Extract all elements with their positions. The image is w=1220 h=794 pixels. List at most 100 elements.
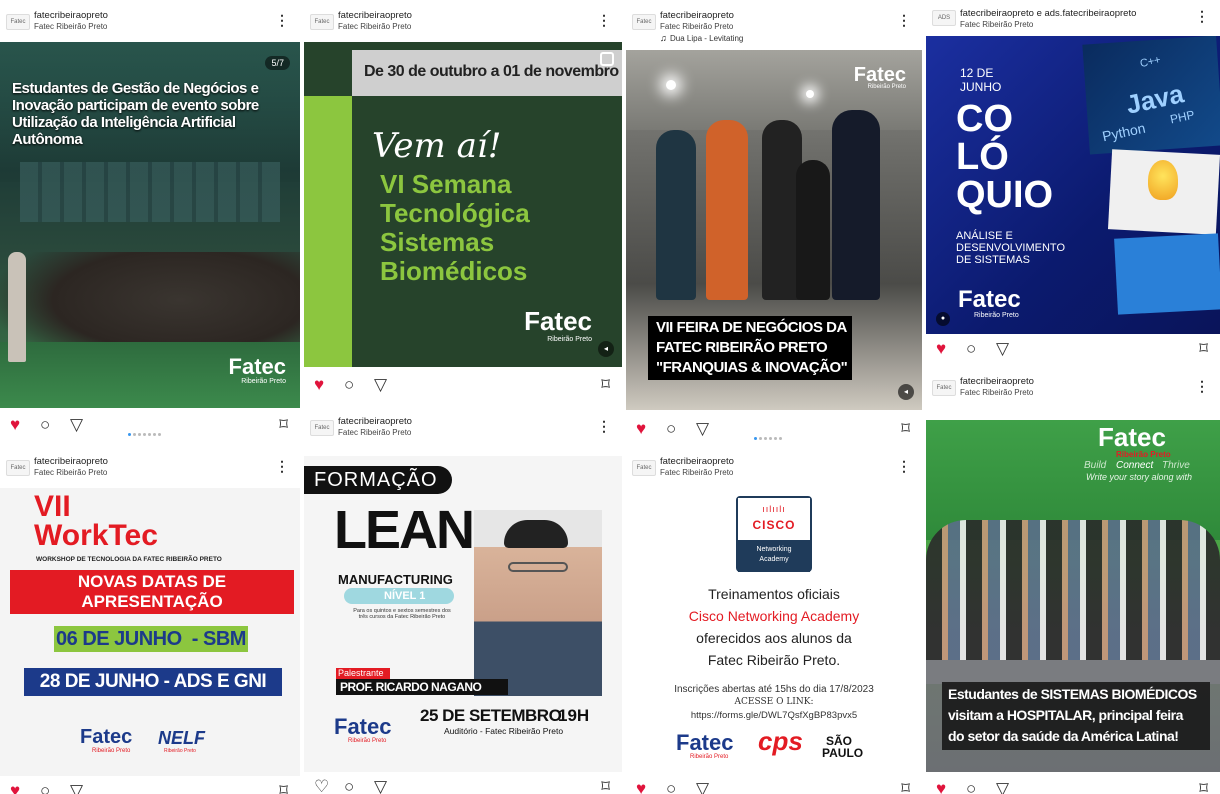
semana-line-1: VI Semana bbox=[380, 169, 512, 199]
subtitle-line-1: ANÁLISE E bbox=[956, 230, 1013, 242]
person bbox=[656, 130, 696, 300]
event-dates-banner: De 30 de outubro a 01 de novembro bbox=[364, 63, 619, 80]
bookmark-icon[interactable]: ⌑ bbox=[1199, 780, 1208, 794]
user-tag-icon[interactable]: ● bbox=[936, 312, 950, 326]
username[interactable]: fatecribeiraopreto bbox=[34, 456, 108, 467]
avatar[interactable]: Fatec bbox=[310, 14, 334, 30]
share-icon[interactable]: ▽ bbox=[374, 778, 387, 794]
post-image[interactable]: 5/7 Estudantes de Gestão de Negócios e I… bbox=[0, 42, 300, 408]
mute-icon[interactable]: ◂ bbox=[598, 341, 614, 357]
workshop-label: WORKSHOP DE TECNOLOGIA DA FATEC RIBEIRÃO… bbox=[36, 556, 222, 563]
heart-icon[interactable]: ♥ bbox=[636, 780, 646, 794]
heart-icon[interactable]: ♥ bbox=[10, 782, 20, 794]
bookmark-icon[interactable]: ⌑ bbox=[279, 416, 288, 434]
cps-logo: cps bbox=[758, 726, 803, 756]
event-time: 19H bbox=[558, 706, 590, 725]
user-subtitle: Fatec Ribeirão Preto bbox=[660, 468, 734, 477]
share-icon[interactable]: ▽ bbox=[996, 780, 1009, 794]
username[interactable]: fatecribeiraopreto bbox=[338, 10, 412, 21]
worktec-vii: VII bbox=[34, 490, 71, 523]
bookmark-icon[interactable]: ⌑ bbox=[1199, 340, 1208, 358]
date-ads-gni: 28 DE JUNHO - ADS E GNI bbox=[39, 671, 267, 692]
post-header: Fatec fatecribeiraopreto Fatec Ribeirão … bbox=[0, 446, 300, 488]
more-icon[interactable]: ⋮ bbox=[597, 419, 611, 433]
comment-icon[interactable]: ○ bbox=[666, 780, 676, 794]
heart-icon[interactable]: ♥ bbox=[636, 420, 646, 438]
username[interactable]: fatecribeiraopreto e ads.fatecribeiraopr… bbox=[960, 8, 1136, 19]
avatar[interactable]: Fatec bbox=[932, 380, 956, 396]
heart-icon[interactable]: ♥ bbox=[10, 416, 20, 434]
mute-icon[interactable]: ◂ bbox=[898, 384, 914, 400]
bookmark-icon[interactable]: ⌑ bbox=[601, 376, 610, 394]
palestrante-label: Palestrante bbox=[338, 668, 384, 678]
fatec-logo-sub: Ribeirão Preto bbox=[867, 84, 906, 90]
post-image[interactable]: VII WorkTec WORKSHOP DE TECNOLOGIA DA FA… bbox=[0, 488, 300, 780]
more-icon[interactable]: ⋮ bbox=[897, 13, 911, 27]
username[interactable]: fatecribeiraopreto bbox=[660, 456, 734, 467]
more-icon[interactable]: ⋮ bbox=[897, 459, 911, 473]
avatar[interactable]: Fatec bbox=[6, 460, 30, 476]
avatar[interactable]: Fatec bbox=[632, 14, 656, 30]
share-icon[interactable]: ▽ bbox=[374, 376, 387, 394]
date-line-2: JUNHO bbox=[960, 80, 1002, 94]
comment-icon[interactable]: ○ bbox=[966, 340, 976, 358]
fatec-logo-sub: Ribeirão Preto bbox=[241, 378, 286, 385]
fatec-logo-sub: Ribeirão Preto bbox=[92, 748, 131, 754]
event-venue: Auditório - Fatec Ribeirão Preto bbox=[444, 726, 564, 736]
user-subtitle: Fatec Ribeirão Preto bbox=[338, 22, 412, 31]
bookmark-icon[interactable]: ⌑ bbox=[279, 782, 288, 794]
post-image[interactable]: De 30 de outubro a 01 de novembro Vem aí… bbox=[304, 42, 622, 367]
comment-icon[interactable]: ○ bbox=[966, 780, 976, 794]
username[interactable]: fatecribeiraopreto bbox=[34, 10, 108, 21]
post-image[interactable]: FORMAÇÃO LEAN MANUFACTURING NÍVEL 1 Para… bbox=[304, 456, 622, 774]
caption-line-1: Estudantes de SISTEMAS BIOMÉDICOS bbox=[948, 686, 1197, 702]
form-link[interactable]: https://forms.gle/DWL7QsfXgBP83pvx5 bbox=[626, 710, 922, 721]
bookmark-icon[interactable]: ⌑ bbox=[601, 778, 610, 794]
more-icon[interactable]: ⋮ bbox=[597, 13, 611, 27]
post-image[interactable]: ıılıılı CISCO Networking Academy Treinam… bbox=[626, 488, 922, 778]
music-track[interactable]: Dua Lipa - Levitating bbox=[670, 34, 743, 43]
user-subtitle: Fatec Ribeirão Preto bbox=[34, 468, 108, 477]
coloquio-line-1: CO bbox=[956, 98, 1013, 140]
person bbox=[706, 120, 748, 300]
caption-line-2: visitam a HOSPITALAR, principal feira bbox=[948, 707, 1183, 723]
heart-icon[interactable]: ♥ bbox=[314, 376, 324, 394]
post-image[interactable]: Java Python PHP C++ 12 DE JUNHO CO LÓ QU… bbox=[926, 36, 1220, 334]
more-icon[interactable]: ⋮ bbox=[275, 13, 289, 27]
fatec-logo: Fatec bbox=[676, 730, 734, 755]
avatar[interactable]: Fatec bbox=[310, 420, 334, 436]
date-line-1: 12 DE bbox=[960, 66, 994, 80]
bookmark-icon[interactable]: ⌑ bbox=[901, 780, 910, 794]
share-icon[interactable]: ▽ bbox=[70, 782, 83, 794]
share-icon[interactable]: ▽ bbox=[696, 420, 709, 438]
caption-line-1: VII FEIRA DE NEGÓCIOS DA bbox=[656, 319, 847, 336]
share-icon[interactable]: ▽ bbox=[70, 416, 83, 434]
username[interactable]: fatecribeiraopreto bbox=[338, 416, 412, 427]
more-icon[interactable]: ⋮ bbox=[1195, 9, 1209, 23]
nelf-logo: NELF bbox=[158, 728, 205, 748]
username[interactable]: fatecribeiraopreto bbox=[960, 376, 1034, 387]
speaker-name: PROF. RICARDO NAGANO bbox=[340, 680, 482, 694]
avatar[interactable]: ADS bbox=[932, 10, 956, 26]
bookmark-icon[interactable]: ⌑ bbox=[901, 420, 910, 438]
share-icon[interactable]: ▽ bbox=[696, 780, 709, 794]
heart-icon[interactable]: ♡ bbox=[314, 778, 329, 794]
more-icon[interactable]: ⋮ bbox=[1195, 379, 1209, 393]
comment-icon[interactable]: ○ bbox=[40, 782, 50, 794]
heart-icon[interactable]: ♥ bbox=[936, 340, 946, 358]
share-icon[interactable]: ▽ bbox=[996, 340, 1009, 358]
username[interactable]: fatecribeiraopreto bbox=[660, 10, 734, 21]
vem-ai-script: Vem aí! bbox=[372, 126, 502, 166]
comment-icon[interactable]: ○ bbox=[666, 420, 676, 438]
post-image[interactable]: Fatec Ribeirão Preto VII FEIRA DE NEGÓCI… bbox=[626, 50, 922, 410]
post-image[interactable]: Fatec Ribeirão Preto Build Connect Thriv… bbox=[926, 420, 1220, 772]
avatar[interactable]: Fatec bbox=[632, 460, 656, 476]
more-icon[interactable]: ⋮ bbox=[275, 459, 289, 473]
group-photo bbox=[926, 520, 1220, 670]
avatar[interactable]: Fatec bbox=[6, 14, 30, 30]
comment-icon[interactable]: ○ bbox=[40, 416, 50, 434]
comment-icon[interactable]: ○ bbox=[344, 778, 354, 794]
comment-icon[interactable]: ○ bbox=[344, 376, 354, 394]
person bbox=[796, 160, 830, 300]
heart-icon[interactable]: ♥ bbox=[936, 780, 946, 794]
